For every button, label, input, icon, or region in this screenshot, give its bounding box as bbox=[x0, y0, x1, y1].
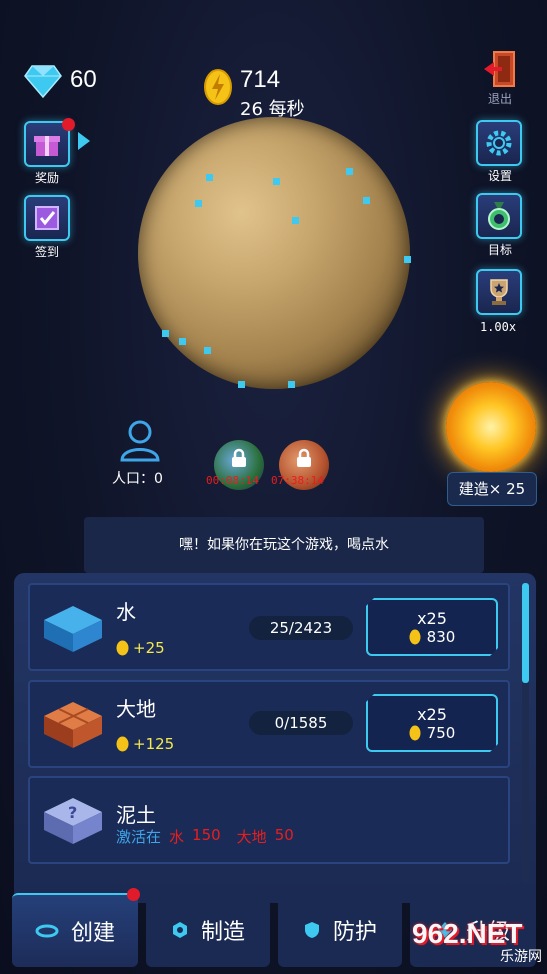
planet-cube bbox=[162, 330, 169, 337]
activate-label: 激活在 bbox=[116, 828, 162, 846]
checkin-button[interactable] bbox=[24, 195, 70, 241]
tab-label: 制造 bbox=[200, 920, 245, 945]
sun[interactable] bbox=[446, 382, 536, 472]
resource-progress: 0/1585 bbox=[249, 711, 353, 735]
reward-label: 奖励 bbox=[34, 171, 59, 185]
water-block-icon bbox=[44, 606, 102, 652]
requirement-value: 50 bbox=[274, 826, 294, 844]
multiplier-button[interactable] bbox=[476, 269, 522, 315]
resource-name: 水 bbox=[116, 600, 136, 624]
planet-cube bbox=[346, 168, 353, 175]
unknown-block-icon: ? bbox=[44, 798, 102, 844]
population-icon bbox=[120, 420, 160, 462]
svg-text:?: ? bbox=[68, 803, 77, 822]
planet-cube bbox=[404, 256, 411, 263]
cost-value: 750 bbox=[426, 723, 456, 742]
tab-craft[interactable]: 制造 bbox=[146, 893, 270, 967]
tab-defense[interactable]: 防护 bbox=[278, 893, 402, 967]
tip-banner: 嘿！如果你在玩这个游戏，喝点水 bbox=[84, 517, 484, 573]
tab-label: 创建 bbox=[70, 921, 115, 946]
buy-earth-button[interactable]: x25 750 bbox=[366, 694, 498, 752]
coin-icon bbox=[409, 725, 421, 741]
planet-cube bbox=[195, 200, 202, 207]
exit-label: 退出 bbox=[487, 92, 512, 106]
buy-cost: 830 bbox=[409, 628, 456, 646]
planet-cube bbox=[206, 174, 213, 181]
watermark: 962.NET 乐游网 bbox=[412, 918, 542, 970]
goal-label: 目标 bbox=[487, 243, 512, 257]
exit-button[interactable]: 退出 bbox=[482, 50, 518, 106]
coin-count: 714 bbox=[240, 66, 281, 93]
buy-multiplier: x25 bbox=[417, 704, 447, 724]
trophy-icon bbox=[490, 279, 508, 305]
gift-icon bbox=[34, 136, 60, 156]
build-count: × 25 bbox=[488, 480, 526, 498]
buy-multiplier: x25 bbox=[417, 608, 447, 628]
coin-icon bbox=[204, 69, 232, 105]
resource-income: +125 bbox=[116, 735, 174, 753]
activation-requirement: 激活在 水 150 大地 50 bbox=[116, 826, 294, 847]
coin-icon bbox=[116, 640, 129, 656]
unlock-timer-2: 07:38:14 bbox=[271, 474, 324, 487]
resource-name: 大地 bbox=[116, 697, 156, 721]
goal-button[interactable] bbox=[476, 193, 522, 239]
resource-progress: 25/2423 bbox=[249, 616, 353, 640]
coin-icon bbox=[116, 736, 129, 752]
requirement-name: 大地 bbox=[236, 828, 267, 846]
checkin-label: 签到 bbox=[34, 245, 59, 259]
lock-icon bbox=[297, 448, 311, 467]
unlock-timer-1: 00:08:14 bbox=[206, 474, 259, 487]
shield-icon bbox=[304, 922, 319, 938]
coin-icon bbox=[409, 629, 421, 645]
income-value: +125 bbox=[133, 735, 175, 753]
planet[interactable] bbox=[138, 117, 410, 389]
settings-button[interactable] bbox=[476, 120, 522, 166]
scrollbar[interactable] bbox=[522, 583, 529, 683]
build-label: 建造 bbox=[458, 480, 489, 498]
planet-cube bbox=[238, 381, 245, 388]
settings-label: 设置 bbox=[487, 169, 512, 183]
buy-water-button[interactable]: x25 830 bbox=[366, 598, 498, 656]
planet-cube bbox=[204, 347, 211, 354]
requirement-value: 150 bbox=[192, 826, 221, 844]
expand-arrow-icon[interactable] bbox=[78, 132, 90, 150]
gem-count: 60 bbox=[70, 66, 97, 93]
build-button[interactable]: 建造× 25 bbox=[447, 472, 537, 506]
exit-door-icon bbox=[484, 51, 515, 87]
planet-cube bbox=[363, 197, 370, 204]
resource-income: +25 bbox=[116, 639, 165, 657]
planet-cube bbox=[292, 217, 299, 224]
resource-name: 泥土 bbox=[116, 803, 156, 827]
hexagon-icon bbox=[172, 922, 187, 938]
checkin-icon bbox=[35, 206, 59, 230]
ring-icon bbox=[35, 924, 59, 938]
income-value: +25 bbox=[133, 639, 165, 657]
earth-block-icon bbox=[44, 702, 102, 748]
population-count: 人口：0 bbox=[112, 471, 163, 487]
create-alert-dot bbox=[127, 888, 140, 901]
planet-cube bbox=[273, 178, 280, 185]
gem-icon bbox=[24, 65, 62, 98]
tab-label: 防护 bbox=[332, 920, 377, 945]
planet-cube bbox=[288, 381, 295, 388]
tab-create[interactable]: 创建 bbox=[12, 893, 138, 967]
cost-value: 830 bbox=[426, 627, 456, 646]
requirement-name: 水 bbox=[169, 828, 185, 846]
lock-icon bbox=[232, 448, 246, 467]
planet-cube bbox=[179, 338, 186, 345]
reward-alert-dot bbox=[62, 118, 75, 131]
multiplier-label: 1.00x bbox=[479, 320, 517, 334]
medal-icon bbox=[488, 202, 510, 230]
gear-icon bbox=[486, 130, 512, 156]
buy-cost: 750 bbox=[409, 724, 456, 742]
